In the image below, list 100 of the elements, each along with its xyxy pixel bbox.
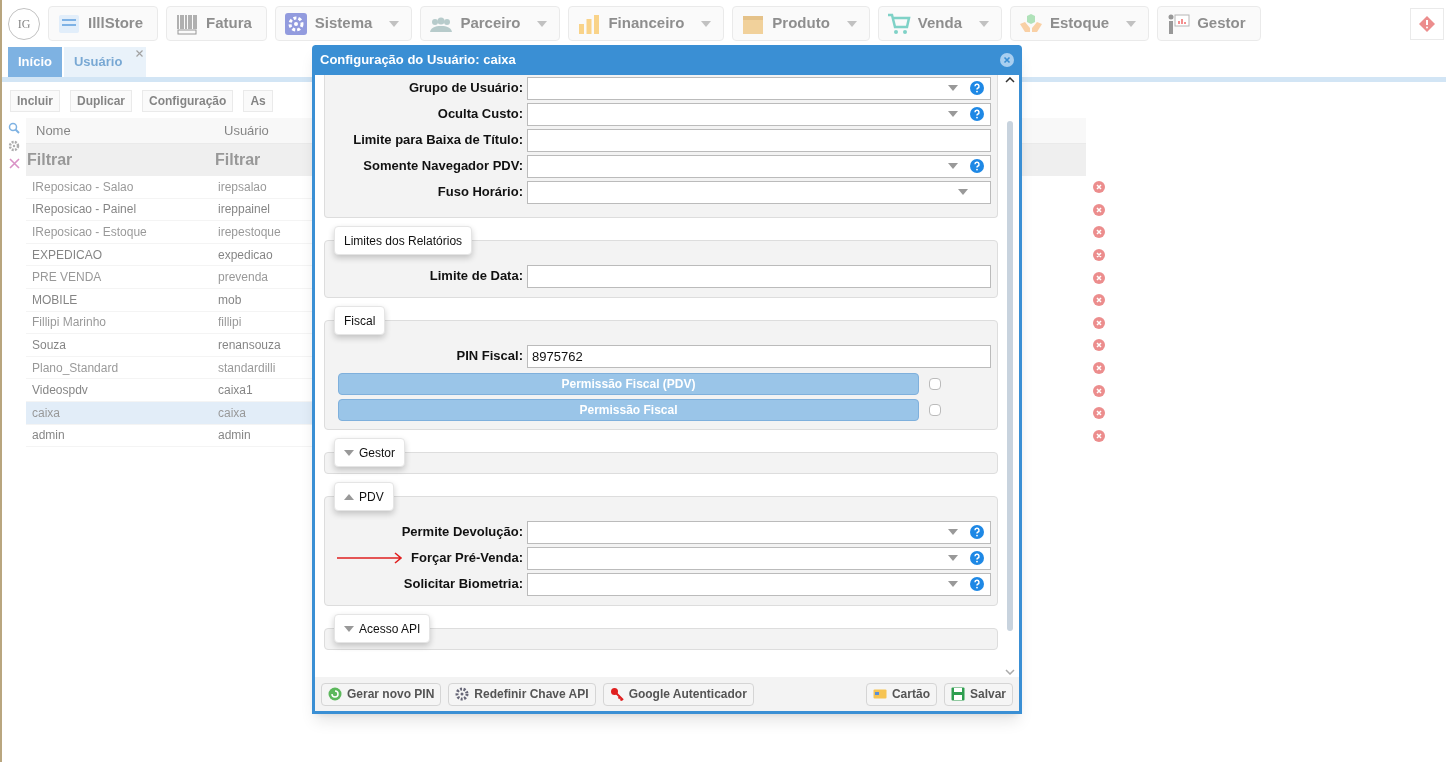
permission-button[interactable]: Permissão Fiscal <box>338 399 919 421</box>
search-icon[interactable] <box>8 122 20 134</box>
table-row[interactable]: IReposicao - Salao irepsalao <box>26 176 312 199</box>
checkbox[interactable] <box>929 378 941 390</box>
nav-menu-button[interactable]: Sistema <box>274 6 413 41</box>
footer-button[interactable]: Gerar novo PIN <box>321 682 442 706</box>
table-cell-text: IReposicao - Estoque <box>31 224 148 241</box>
refresh-icon <box>328 687 342 701</box>
close-icon[interactable] <box>1000 53 1014 67</box>
toolbar-button[interactable]: Incluir <box>10 90 60 112</box>
select-field[interactable] <box>527 546 991 570</box>
delete-icon[interactable] <box>1093 407 1105 420</box>
permission-button[interactable]: Permissão Fiscal (PDV) <box>338 373 919 395</box>
table-row[interactable]: IReposicao - Painel ireppainel <box>26 198 312 222</box>
delete-icon[interactable] <box>1093 362 1105 375</box>
column-header[interactable]: Nome <box>26 120 214 141</box>
table-cell-text: renansouza <box>217 336 282 354</box>
section-legend[interactable]: Gestor <box>334 438 405 467</box>
nav-menu-button[interactable]: Produto <box>732 6 870 41</box>
column-header[interactable]: Usuário <box>214 120 310 141</box>
table-row[interactable]: PRE VENDA prevenda <box>26 266 312 289</box>
nav-menu-button[interactable]: Parceiro <box>420 6 561 41</box>
scrollbar-thumb[interactable] <box>1007 121 1013 631</box>
table-cell-text: PRE VENDA <box>31 269 103 287</box>
table-row[interactable]: IReposicao - Estoque irepestoque <box>26 221 312 244</box>
table-row[interactable]: admin admin <box>26 424 312 448</box>
warning-icon[interactable] <box>1419 15 1435 32</box>
table-row[interactable]: Souza renansouza <box>26 334 312 357</box>
table-cell-text: caixa <box>31 404 61 422</box>
help-icon[interactable] <box>970 525 984 539</box>
section-legend[interactable]: Acesso API <box>334 614 431 643</box>
scroll-down-icon[interactable] <box>1005 669 1015 675</box>
table-row[interactable]: caixa caixa <box>26 401 312 425</box>
table-cell-text: ireppainel <box>217 201 272 219</box>
help-icon[interactable] <box>970 107 984 121</box>
tab[interactable]: Início <box>8 47 62 77</box>
nav-menu-button[interactable]: Venda <box>877 6 1002 41</box>
save-icon <box>950 687 965 701</box>
footer-button[interactable]: Cartão <box>865 682 937 706</box>
nav-menu-button[interactable]: Estoque <box>1010 6 1150 41</box>
help-icon[interactable] <box>970 577 984 591</box>
nav-menu-button[interactable]: Fatura <box>166 6 267 41</box>
field-label: Solicitar Biometria: <box>403 575 523 594</box>
gear-icon <box>283 11 308 36</box>
select-field[interactable] <box>527 520 991 544</box>
footer-button[interactable]: Google Autenticador <box>602 682 754 706</box>
delete-icon[interactable] <box>1093 226 1105 239</box>
field-label: Somente Navegador PDV: <box>363 157 523 176</box>
table-row[interactable]: EXPEDICAO expedicao <box>26 243 312 267</box>
text-field[interactable] <box>527 264 991 288</box>
section-legend[interactable]: PDV <box>334 482 394 511</box>
help-icon[interactable] <box>970 159 984 173</box>
scroll-up-icon[interactable] <box>1005 77 1015 83</box>
filter-field[interactable]: Filtrar <box>214 148 310 172</box>
select-field[interactable] <box>527 102 991 126</box>
checkbox[interactable] <box>929 404 941 416</box>
help-icon[interactable] <box>970 81 984 95</box>
caret-icon <box>389 20 400 27</box>
delete-icon[interactable] <box>1093 339 1105 352</box>
table-row[interactable]: Plano_Standard standardilli <box>26 356 312 380</box>
caret-icon <box>979 20 989 27</box>
delete-icon[interactable] <box>1093 271 1105 284</box>
toolbar-button[interactable]: Duplicar <box>70 90 133 112</box>
table-row[interactable]: Videospdv caixa1 <box>26 379 312 402</box>
delete-icon[interactable] <box>1093 249 1105 262</box>
delete-icon[interactable] <box>1093 181 1105 194</box>
delete-icon[interactable] <box>1093 429 1105 442</box>
select-field[interactable] <box>527 572 991 596</box>
table-cell-text: caixa1 <box>217 382 254 400</box>
delete-icon[interactable] <box>1093 384 1105 397</box>
table-cell-text: fillipi <box>217 314 243 332</box>
select-field[interactable] <box>527 154 991 178</box>
settings-icon[interactable] <box>8 140 20 152</box>
text-field[interactable]: 8975762 <box>527 344 991 368</box>
field-label: PIN Fiscal: <box>456 347 523 366</box>
delete-icon[interactable] <box>1093 316 1105 329</box>
footer-button[interactable]: Salvar <box>943 682 1013 706</box>
select-field[interactable] <box>527 180 991 204</box>
field-label: Fuso Horário: <box>437 183 523 202</box>
close-icon[interactable] <box>136 50 144 57</box>
select-field[interactable] <box>527 76 991 100</box>
filter-field[interactable]: Filtrar <box>26 148 214 172</box>
clear-filter-icon[interactable] <box>8 158 20 169</box>
field-label: Grupo de Usuário: <box>408 79 523 98</box>
nav-menu-button[interactable]: Financeiro <box>568 6 725 41</box>
tab[interactable]: Usuário <box>63 47 147 77</box>
table-row[interactable]: MOBILE mob <box>26 288 312 312</box>
delete-icon[interactable] <box>1093 294 1105 307</box>
delete-icon[interactable] <box>1093 203 1105 216</box>
nav-menu-button[interactable]: IlllStore <box>48 6 158 41</box>
gear-icon <box>455 687 470 701</box>
help-icon[interactable] <box>970 551 984 565</box>
toolbar-button[interactable]: Configuração <box>142 90 234 112</box>
table-cell-text: EXPEDICAO <box>31 246 104 264</box>
nav-menu-button[interactable]: Gestor <box>1157 6 1261 41</box>
text-field[interactable] <box>527 128 991 152</box>
table-row[interactable]: Fillipi Marinho fillipi <box>26 311 312 335</box>
toolbar-button[interactable]: As <box>243 90 273 112</box>
footer-button[interactable]: Redefinir Chave API <box>448 682 596 706</box>
table-cell-text: Souza <box>31 336 68 354</box>
